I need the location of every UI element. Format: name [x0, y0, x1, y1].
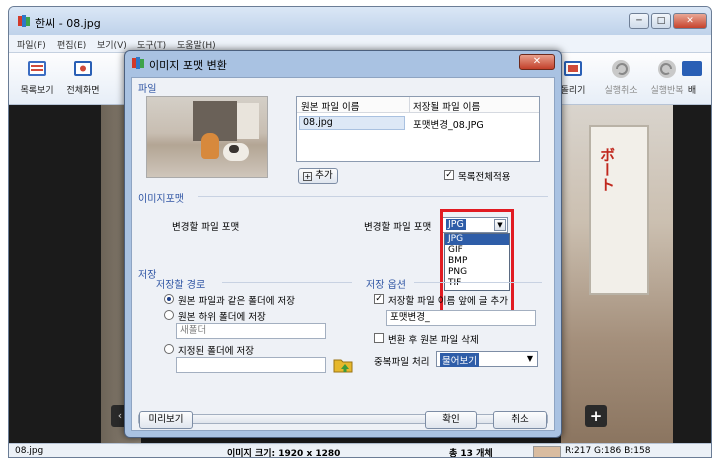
dialog-title: 이미지 포맷 변환	[149, 59, 227, 72]
rotate-icon	[564, 61, 582, 76]
radio-subfolder[interactable]	[164, 310, 174, 320]
plus-icon: +	[303, 172, 313, 181]
radio-same-folder-label: 원본 파일과 같은 폴더에 저장	[178, 296, 295, 307]
duplicate-handling-select[interactable]: 물어보기 ▼	[436, 351, 538, 367]
col-saved-name[interactable]: 저장될 파일 이름	[413, 99, 480, 113]
save-path-title: 저장할 경로	[156, 280, 206, 291]
radio-subfolder-label: 원본 하위 폴더에 저장	[178, 312, 266, 323]
close-button[interactable]: ✕	[673, 13, 707, 29]
fullscreen-label: 전체화면	[66, 86, 100, 96]
save-section-title: 저장	[138, 270, 157, 281]
delete-original-checkbox[interactable]	[374, 333, 384, 343]
format-option-png[interactable]: PNG	[445, 267, 509, 278]
add-file-button[interactable]: + 추가	[298, 168, 338, 184]
save-path-divider	[222, 282, 352, 283]
background-label: 배	[687, 86, 697, 96]
background-button[interactable]: 배	[677, 57, 707, 96]
save-options-divider	[414, 282, 542, 283]
apply-all-label: 목록전체적용	[458, 172, 511, 183]
redo-icon	[658, 60, 676, 78]
save-options-title: 저장 옵션	[366, 280, 406, 291]
title-bar: 한씨 - 08.jpg ─ □ ✕	[9, 7, 711, 35]
subfolder-name-input[interactable]: 새폴더	[176, 323, 326, 339]
browse-folder-icon[interactable]	[332, 354, 354, 374]
format-option-tif[interactable]: TIF	[445, 278, 509, 289]
prefix-input[interactable]: 포맷변경_	[386, 310, 536, 326]
radio-custom-folder[interactable]	[164, 344, 174, 354]
fullscreen-icon	[74, 61, 92, 76]
progress-bar	[138, 414, 548, 424]
prefix-label: 저장할 파일 이름 앞에 글 추가	[388, 296, 508, 307]
status-total: 총 13 개체	[449, 449, 493, 458]
format-option-bmp[interactable]: BMP	[445, 256, 509, 267]
status-color-readout: R:217 G:186 B:158	[565, 446, 651, 456]
background-icon	[682, 61, 702, 76]
list-view-icon	[28, 61, 46, 76]
col-original-name[interactable]: 원본 파일 이름	[301, 99, 359, 113]
app-icon	[18, 15, 30, 27]
radio-custom-folder-label: 지정된 폴더에 저장	[178, 346, 254, 357]
source-format-label: 변경할 파일 포맷	[172, 222, 240, 233]
dialog-close-button[interactable]: ✕	[519, 54, 555, 70]
dialog-app-icon	[132, 57, 144, 69]
status-color-swatch	[533, 446, 561, 457]
menu-edit[interactable]: 편집(E)	[57, 38, 86, 51]
ok-button[interactable]: 확인	[425, 411, 477, 429]
menu-view[interactable]: 보기(V)	[97, 38, 127, 51]
radio-same-folder[interactable]	[164, 294, 174, 304]
photo-sign: ボート	[589, 125, 649, 295]
chevron-down-icon[interactable]: ▼	[527, 354, 533, 363]
duplicate-handling-label: 중복파일 처리	[374, 357, 430, 368]
apply-all-checkbox[interactable]: ✓	[444, 170, 454, 180]
file-list-header: 원본 파일 이름 저장될 파일 이름	[297, 97, 539, 113]
dialog-title-bar: 이미지 포맷 변환 ✕	[125, 51, 561, 75]
status-image-size: 이미지 크기: 1920 x 1280	[227, 449, 341, 458]
undo-icon	[612, 60, 630, 78]
format-convert-dialog: 이미지 포맷 변환 ✕ 파일 원본 파일 이름 저장될 파일 이름 08.jpg…	[124, 50, 562, 438]
dialog-body: 파일 원본 파일 이름 저장될 파일 이름 08.jpg 포맷변경_08.JPG…	[131, 77, 555, 431]
status-bar: 08.jpg 이미지 크기: 1920 x 1280 총 13 개체 R:217…	[9, 443, 711, 458]
format-option-gif[interactable]: GIF	[445, 245, 509, 256]
window-title: 한씨 - 08.jpg	[35, 17, 101, 30]
prefix-checkbox[interactable]: ✓	[374, 294, 384, 304]
fullscreen-button[interactable]: 전체화면	[55, 57, 111, 96]
file-list[interactable]: 원본 파일 이름 저장될 파일 이름 08.jpg 포맷변경_08.JPG	[296, 96, 540, 162]
photo-sign-text: ボート	[598, 147, 616, 192]
menu-file[interactable]: 파일(F)	[17, 38, 46, 51]
duplicate-handling-value: 물어보기	[440, 353, 479, 367]
minimize-button[interactable]: ─	[629, 13, 649, 29]
cancel-button[interactable]: 취소	[493, 411, 547, 429]
file-section-title: 파일	[138, 84, 157, 95]
target-format-label: 변경할 파일 포맷	[364, 222, 432, 233]
format-section-divider	[198, 196, 548, 197]
table-row[interactable]: 08.jpg 포맷변경_08.JPG	[297, 116, 539, 131]
row-saved-name: 포맷변경_08.JPG	[413, 120, 484, 131]
row-original-name: 08.jpg	[299, 116, 405, 130]
status-filename: 08.jpg	[15, 446, 44, 456]
format-section-title: 이미지포맷	[138, 194, 184, 205]
delete-original-label: 변환 후 원본 파일 삭제	[388, 335, 479, 346]
maximize-button[interactable]: □	[651, 13, 671, 29]
zoom-in-button[interactable]: +	[585, 405, 607, 427]
format-option-jpg[interactable]: JPG	[445, 234, 509, 245]
image-thumbnail	[146, 96, 268, 178]
custom-folder-input[interactable]	[176, 357, 326, 373]
add-file-label: 추가	[315, 170, 333, 181]
preview-button[interactable]: 미리보기	[139, 411, 193, 429]
